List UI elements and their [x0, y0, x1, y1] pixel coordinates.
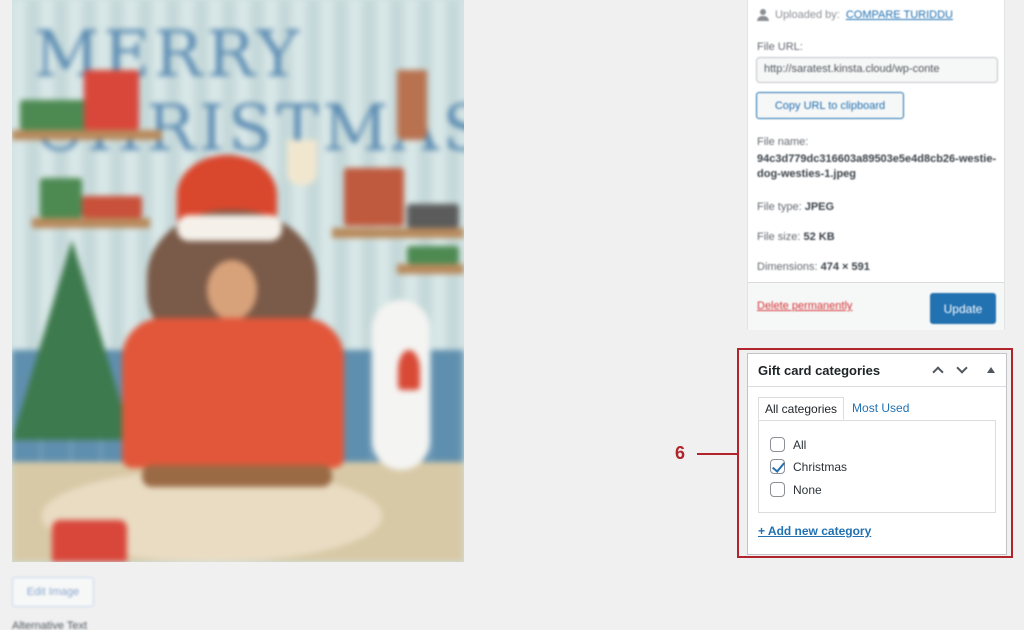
add-new-category-link[interactable]: + Add new category — [758, 524, 871, 538]
category-checkbox-christmas[interactable] — [770, 459, 785, 474]
category-item-all[interactable]: All — [770, 437, 806, 452]
category-checkbox-all[interactable] — [770, 437, 785, 452]
delete-permanently-link[interactable]: Delete permanently — [757, 300, 852, 312]
copy-url-button[interactable]: Copy URL to clipboard — [756, 92, 904, 119]
file-name-label: File name: — [757, 136, 809, 148]
file-name-value: 94c3d779dc316603a89503e5e4d8cb26-westie-… — [757, 153, 997, 180]
file-url-label: File URL: — [757, 41, 803, 53]
callout-number: 6 — [675, 443, 686, 463]
page: MERRY CHRISTMAS Edit Image Alternative T… — [0, 0, 1024, 630]
dimensions-value: 474 × 591 — [820, 261, 870, 273]
category-label-all: All — [793, 437, 807, 452]
category-label-christmas: Christmas — [793, 459, 848, 474]
dimensions-label: Dimensions: — [757, 261, 818, 273]
chevron-down-icon — [956, 362, 968, 374]
edit-image-button[interactable]: Edit Image — [12, 577, 94, 607]
uploaded-by-row: Uploaded by: COMPARE TURIDDU — [757, 9, 953, 21]
metabox-header: Gift card categories — [748, 354, 1006, 387]
move-down-button[interactable] — [952, 360, 972, 380]
tab-most-used[interactable]: Most Used — [844, 397, 915, 420]
move-up-button[interactable] — [928, 360, 948, 380]
attachment-image-preview: MERRY CHRISTMAS — [12, 0, 464, 562]
file-size-value: 52 KB — [803, 231, 835, 243]
alt-text-label: Alternative Text — [12, 620, 88, 630]
uploaded-by-label: Uploaded by: — [775, 9, 840, 21]
user-icon — [757, 9, 769, 21]
toggle-panel-button[interactable] — [981, 360, 1001, 380]
attachment-details-panel: Uploaded by: COMPARE TURIDDU File URL: h… — [747, 0, 1005, 330]
file-url-input[interactable]: http://saratest.kinsta.cloud/wp-conte — [756, 57, 998, 83]
tab-all-categories[interactable]: All categories — [758, 397, 845, 420]
update-button[interactable]: Update — [930, 293, 996, 324]
metabox-title: Gift card categories — [758, 363, 881, 378]
category-tabs: All categories Most Used — [758, 397, 915, 420]
category-label-none: None — [793, 482, 822, 497]
collapse-triangle-icon — [987, 367, 995, 373]
dimensions-row: Dimensions: 474 × 591 — [757, 261, 870, 273]
file-type-label: File type: — [757, 201, 802, 213]
attachment-actions-bar: Delete permanently Update — [748, 282, 1004, 330]
callout-line — [697, 453, 737, 455]
file-size-label: File size: — [757, 231, 801, 243]
file-size-row: File size: 52 KB — [757, 231, 835, 243]
chevron-up-icon — [932, 366, 944, 378]
category-checklist: All Christmas None — [758, 420, 996, 513]
uploader-link[interactable]: COMPARE TURIDDU — [846, 9, 953, 21]
category-item-christmas[interactable]: Christmas — [770, 459, 847, 474]
file-type-value: JPEG — [804, 201, 835, 213]
blurred-illustration: MERRY CHRISTMAS — [12, 0, 464, 562]
category-item-none[interactable]: None — [770, 482, 822, 497]
file-type-row: File type: JPEG — [757, 201, 834, 213]
gift-card-categories-metabox: Gift card categories All categories Most… — [747, 353, 1007, 555]
category-checkbox-none[interactable] — [770, 482, 785, 497]
